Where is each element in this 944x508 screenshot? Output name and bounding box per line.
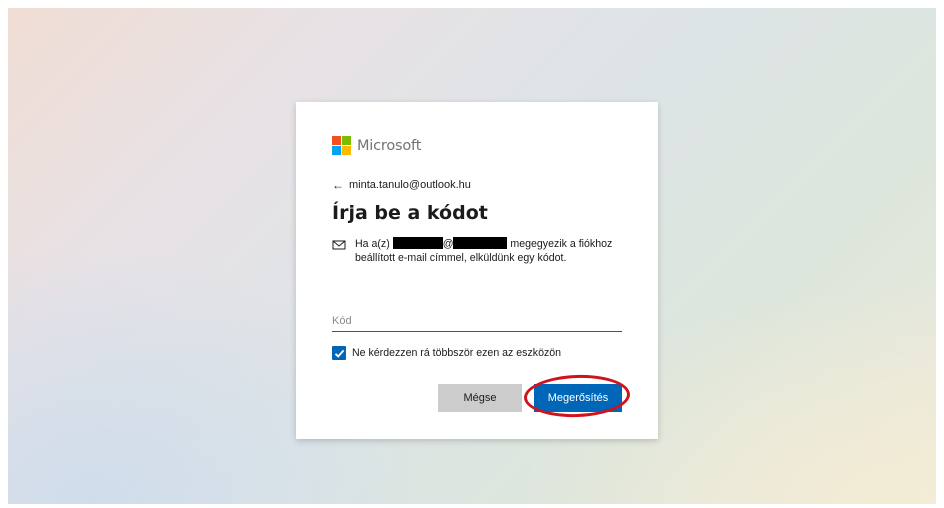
info-at: @ [442, 238, 454, 250]
background: Microsoft ← minta.tanulo@outlook.hu Írja… [8, 8, 936, 504]
identity-banner[interactable]: ← minta.tanulo@outlook.hu [332, 178, 471, 192]
remember-device[interactable]: Ne kérdezzen rá többször ezen az eszközö… [332, 346, 561, 360]
cancel-button[interactable]: Mégse [438, 384, 522, 412]
redacted-block [392, 237, 443, 249]
mail-icon [332, 240, 346, 250]
confirm-button[interactable]: Megerősítés [534, 384, 622, 412]
info-prefix: Ha a(z) [355, 238, 390, 250]
microsoft-logo-icon [332, 136, 351, 155]
remember-label: Ne kérdezzen rá többször ezen az eszközö… [352, 347, 562, 359]
page-title: Írja be a kódot [332, 202, 488, 224]
back-arrow-icon[interactable]: ← [332, 178, 344, 192]
remember-checkbox[interactable] [332, 346, 346, 360]
sign-in-card: Microsoft ← minta.tanulo@outlook.hu Írja… [296, 102, 658, 439]
redacted-block [453, 237, 508, 249]
code-input[interactable] [332, 310, 622, 332]
microsoft-logo: Microsoft [332, 136, 421, 155]
identity-email: minta.tanulo@outlook.hu [349, 179, 471, 191]
logo-text: Microsoft [357, 137, 422, 154]
info-text: Ha a(z) @ megegyezik a fiókhoz beállítot… [355, 237, 632, 265]
info-message: Ha a(z) @ megegyezik a fiókhoz beállítot… [332, 237, 632, 265]
checkmark-icon [334, 349, 344, 358]
